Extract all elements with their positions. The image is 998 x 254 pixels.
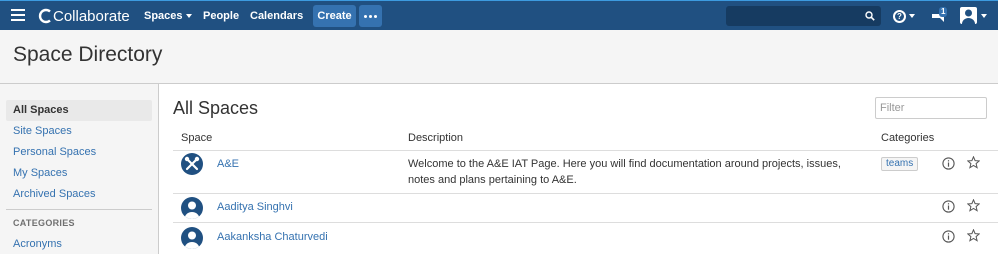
page-title: Space Directory <box>13 43 163 66</box>
sidebar-item-my-spaces[interactable]: My Spaces <box>6 163 152 184</box>
space-description: Welcome to the A&E IAT Page. Here you wi… <box>408 158 841 186</box>
sidebar-divider <box>6 209 152 210</box>
info-icon[interactable] <box>942 230 955 243</box>
column-header-categories: Categories <box>881 132 935 144</box>
sidebar-item-all-spaces[interactable]: All Spaces <box>6 100 152 121</box>
sidebar-item-archived-spaces[interactable]: Archived Spaces <box>6 184 152 205</box>
person-avatar-icon[interactable] <box>181 197 203 219</box>
person-avatar-icon[interactable] <box>181 227 203 249</box>
app-logo[interactable]: Collaborate <box>38 5 130 27</box>
table-divider <box>173 193 998 194</box>
more-icon <box>364 14 367 18</box>
help-icon: ? <box>893 9 906 23</box>
notification-count-badge: 1 <box>939 7 948 17</box>
tools-icon[interactable] <box>181 153 203 175</box>
nav-calendars-link[interactable]: Calendars <box>250 1 303 31</box>
logo-icon <box>38 8 51 24</box>
search-icon <box>865 11 875 21</box>
table-divider <box>173 150 998 151</box>
create-button[interactable]: Create <box>313 5 356 27</box>
help-menu[interactable]: ? <box>893 9 915 23</box>
user-avatar-icon <box>960 7 977 24</box>
info-icon[interactable] <box>942 157 955 170</box>
chevron-down-icon <box>981 13 987 18</box>
logo-text: Collaborate <box>53 7 130 25</box>
menu-icon[interactable] <box>11 9 25 21</box>
user-menu[interactable] <box>960 7 987 24</box>
space-name-link[interactable]: Aaditya Singhvi <box>217 201 293 213</box>
column-header-space: Space <box>181 132 213 144</box>
search-input[interactable] <box>726 6 881 26</box>
sidebar-item-personal-spaces[interactable]: Personal Spaces <box>6 142 152 163</box>
star-icon[interactable] <box>967 229 980 242</box>
column-header-description: Description <box>408 132 464 144</box>
sidebar: All Spaces Site Spaces Personal Spaces M… <box>0 84 159 254</box>
sidebar-item-site-spaces[interactable]: Site Spaces <box>6 121 152 142</box>
space-name-link[interactable]: Aakanksha Chaturvedi <box>217 231 328 243</box>
space-name-link[interactable]: A&E <box>217 158 239 170</box>
filter-input[interactable] <box>875 97 987 119</box>
top-navigation-bar: Collaborate Spaces People Calendars Crea… <box>0 0 998 30</box>
star-icon[interactable] <box>967 156 980 169</box>
more-create-options-button[interactable] <box>359 5 382 27</box>
nav-spaces-label: Spaces <box>144 10 183 22</box>
star-icon[interactable] <box>967 199 980 212</box>
page-header: Space Directory <box>0 30 998 84</box>
chevron-down-icon <box>185 14 192 19</box>
section-title: All Spaces <box>173 98 259 118</box>
table-divider <box>173 222 998 223</box>
nav-spaces-menu[interactable]: Spaces <box>144 1 192 31</box>
category-tag[interactable]: teams <box>881 157 919 171</box>
info-icon[interactable] <box>942 200 955 213</box>
categories-heading: CATEGORIES <box>13 218 75 228</box>
sidebar-category-acronyms[interactable]: Acronyms <box>6 234 152 254</box>
nav-people-link[interactable]: People <box>203 1 239 31</box>
chevron-down-icon <box>909 14 915 18</box>
